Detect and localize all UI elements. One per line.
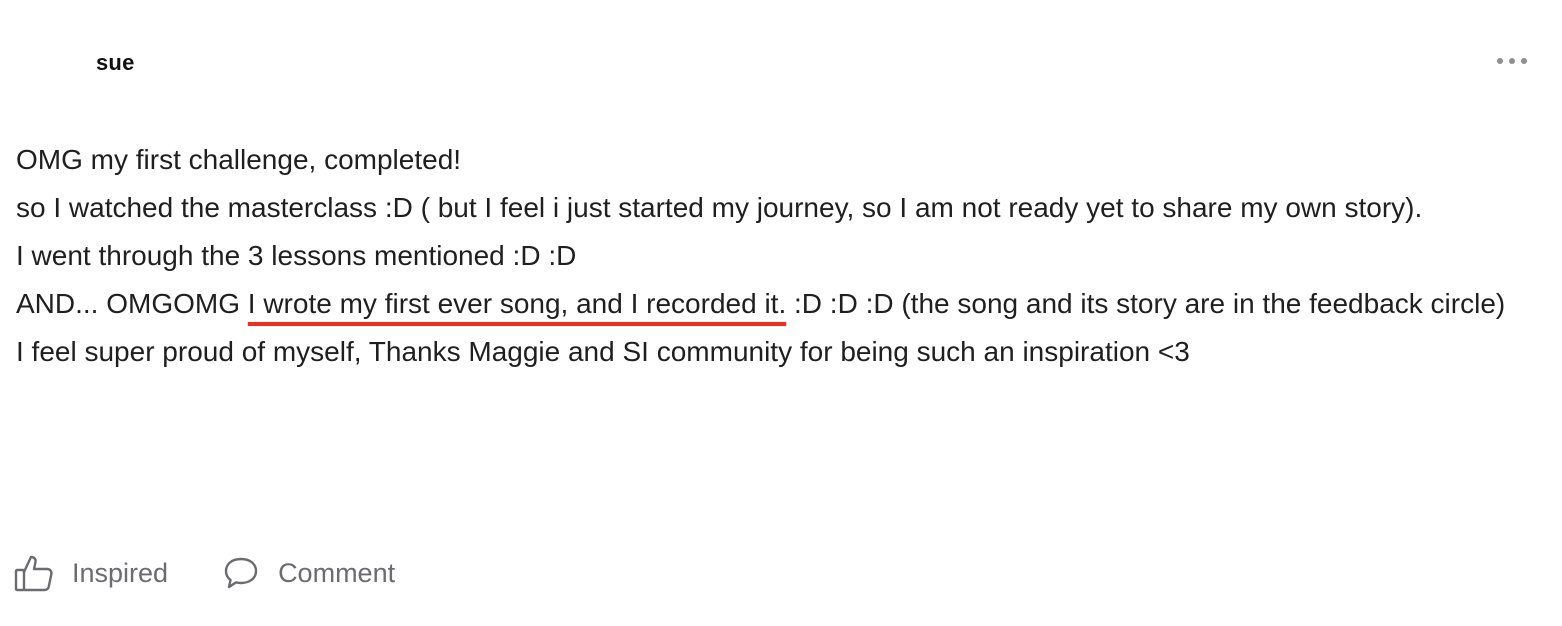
post-paragraph-1: OMG my first challenge, completed! — [16, 144, 462, 175]
comment-label: Comment — [278, 557, 396, 588]
paragraph-4-before: AND... OMGOMG — [16, 288, 248, 319]
more-options-button[interactable] — [1494, 46, 1530, 76]
speech-bubble-icon — [224, 557, 258, 589]
highlighted-sentence: I wrote my first ever song, and I record… — [247, 288, 787, 319]
inspired-button[interactable]: Inspired — [14, 553, 168, 593]
avatar[interactable] — [16, 40, 64, 88]
post-paragraph-4: AND... OMGOMG I wrote my first ever song… — [16, 280, 1536, 328]
more-horizontal-icon — [1497, 58, 1527, 64]
post-paragraph-2: so I watched the masterclass :D ( but I … — [16, 192, 1423, 223]
post-actions: Inspired Comment — [14, 548, 449, 598]
comment-button[interactable]: Comment — [222, 554, 395, 592]
author-name[interactable]: sue — [96, 50, 135, 76]
inspired-label: Inspired — [72, 557, 169, 588]
paragraph-4-after: :D :D :D (the song and its story are in … — [786, 288, 1506, 319]
post-paragraph-5: I feel super proud of myself, Thanks Mag… — [16, 336, 1190, 367]
thumbs-up-icon — [14, 555, 53, 592]
post-card: sue OMG my first challenge, completed! s… — [0, 0, 1562, 626]
post-body: OMG my first challenge, completed! so I … — [16, 136, 1536, 376]
post-header: sue — [16, 36, 1546, 92]
post-paragraph-3: I went through the 3 lessons mentioned :… — [16, 240, 577, 271]
